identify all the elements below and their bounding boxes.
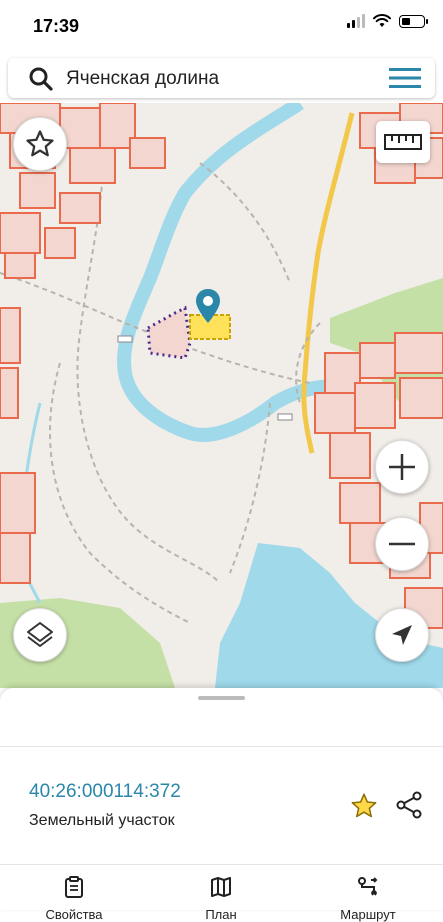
favorite-star-icon[interactable] (350, 792, 378, 820)
plus-icon[interactable] (387, 452, 417, 482)
search-icon[interactable] (28, 66, 54, 92)
status-bar: 17:39 (0, 0, 443, 54)
zoom-in-button[interactable] (375, 440, 429, 494)
ruler-icon[interactable] (384, 132, 422, 152)
minus-icon[interactable] (387, 529, 417, 559)
status-icons (347, 14, 428, 28)
ruler-button[interactable] (376, 121, 430, 163)
parcel-bottom-sheet[interactable]: 40:26:000114:372 Земельный участок Свойс… (0, 688, 443, 922)
hamburger-menu-icon[interactable] (389, 67, 421, 89)
share-icon[interactable] (394, 790, 424, 820)
sheet-drag-handle[interactable] (198, 696, 245, 700)
adjacent-parcel-outline (146, 305, 192, 360)
layers-icon[interactable] (25, 620, 55, 650)
cadastral-number-link[interactable]: 40:26:000114:372 (29, 781, 181, 803)
clipboard-icon[interactable] (63, 876, 85, 898)
bridge-marker (117, 335, 133, 343)
navigation-arrow-icon[interactable] (389, 622, 415, 648)
bridge-marker (277, 413, 293, 421)
favorites-button[interactable] (13, 117, 67, 171)
parcel-type-label: Земельный участок (29, 812, 175, 829)
zoom-out-button[interactable] (375, 517, 429, 571)
tab-properties-label: Свойства (45, 907, 103, 922)
locate-button[interactable] (375, 608, 429, 662)
map-icon[interactable] (210, 876, 232, 898)
tab-plan[interactable]: План (161, 876, 281, 922)
map-view[interactable] (0, 103, 443, 688)
tab-plan-label: План (205, 907, 237, 922)
search-bar[interactable]: Яченская долина (8, 58, 435, 98)
battery-icon (399, 14, 428, 28)
tab-route[interactable]: Маршрут (308, 876, 428, 922)
map-canvas[interactable] (0, 103, 443, 688)
wifi-icon (373, 14, 391, 27)
bottom-tab-bar: Свойства План Маршрут (0, 864, 443, 922)
status-time: 17:39 (33, 16, 80, 36)
tab-route-label: Маршрут (340, 907, 396, 922)
cellular-signal-icon (347, 14, 365, 28)
tab-properties[interactable]: Свойства (14, 876, 134, 922)
search-input[interactable]: Яченская долина (66, 68, 219, 90)
layers-button[interactable] (13, 608, 67, 662)
route-icon[interactable] (357, 876, 379, 898)
star-outline-icon[interactable] (25, 129, 55, 159)
sheet-divider (0, 746, 443, 747)
